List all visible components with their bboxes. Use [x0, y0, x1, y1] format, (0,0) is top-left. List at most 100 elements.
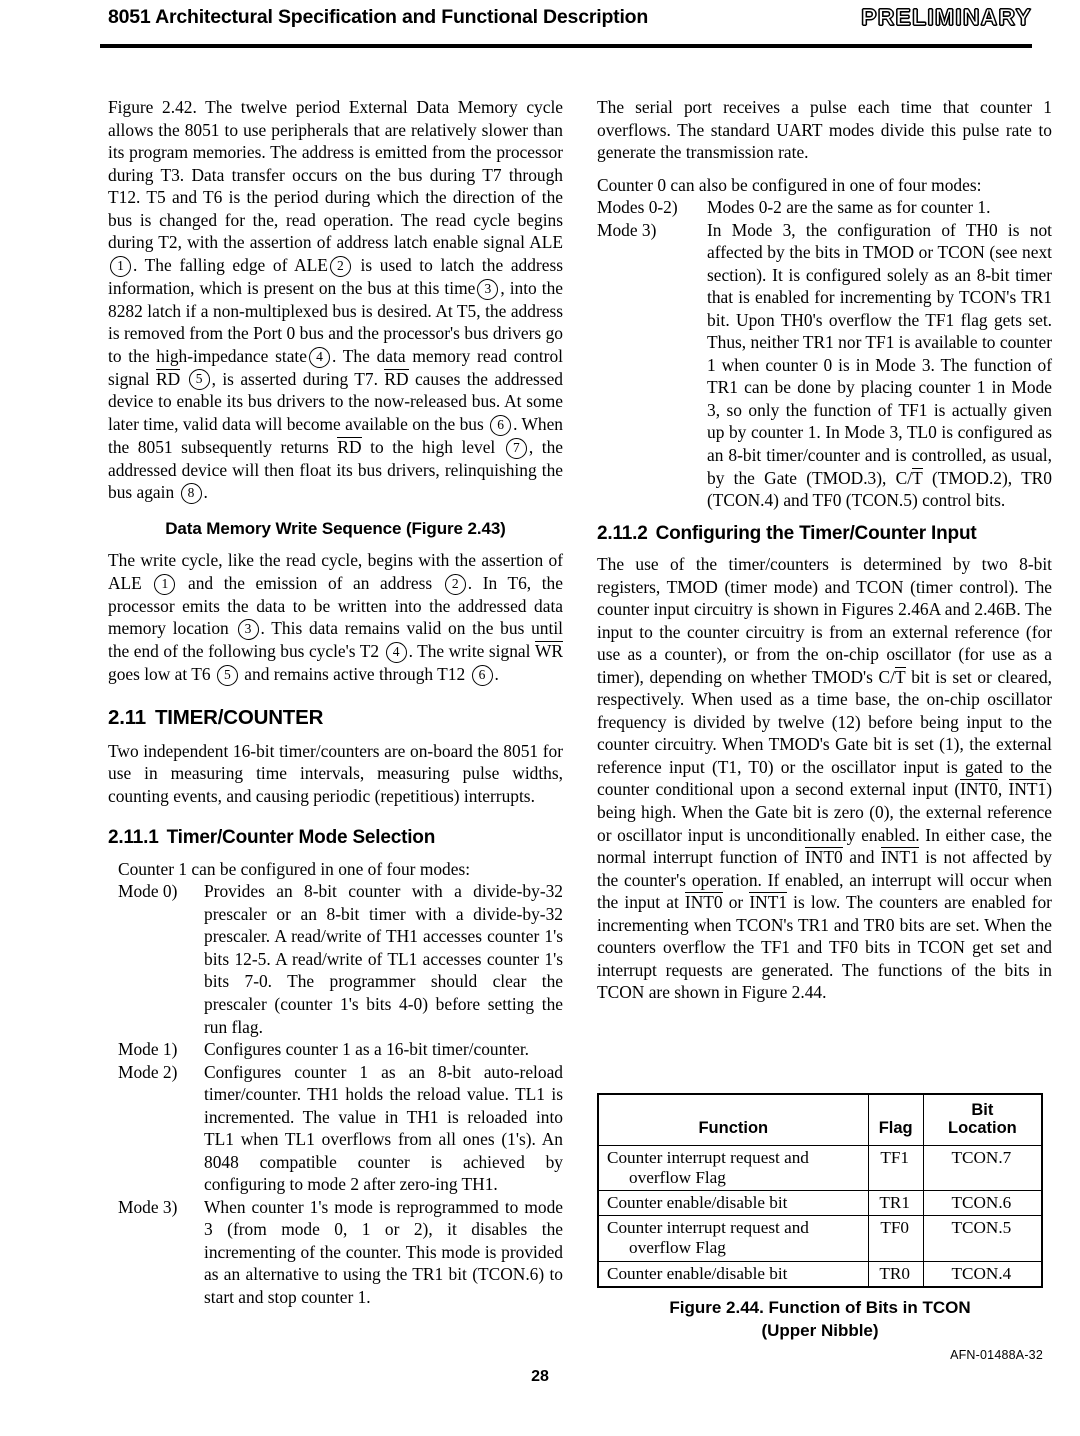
section-title: Timer/Counter Mode Selection: [166, 827, 436, 849]
cell-flag: TF0: [867, 1215, 924, 1262]
table-row: Counter interrupt request and overflow F…: [597, 1144, 1043, 1192]
cell-bit-location: TCON.6: [922, 1190, 1043, 1217]
header-rule: [100, 44, 1032, 48]
callout-5: 5: [216, 665, 238, 687]
rd-signal-overline: RD: [155, 368, 181, 389]
callout-4: 4: [385, 642, 407, 664]
callout-3: 3: [237, 619, 259, 641]
modes-lead-in: Counter 1 can be configured in one of fo…: [118, 858, 471, 879]
section-number: 2.11.2: [597, 522, 648, 544]
cell-bit-location: TCON.4: [922, 1260, 1043, 1288]
header-title: 8051 Architectural Specification and Fun…: [108, 6, 649, 28]
cell-bit-location: TCON.5: [922, 1215, 1043, 1262]
page-number: 28: [531, 1368, 549, 1385]
text-segment: to the high level: [370, 436, 496, 457]
text-segment: and remains active through T12: [244, 664, 466, 685]
paragraph-configuring-input: The use of the timer/counters is determi…: [597, 553, 1052, 1004]
section-number: 2.11: [108, 706, 146, 730]
ct-signal-overline: T: [912, 467, 923, 488]
text-segment: and the emission of an address: [188, 572, 433, 593]
mode-list-counter-1: Mode 0) Provides an 8-bit counter with a…: [108, 880, 563, 1308]
heading-section-2-11-1: 2.11.1 Timer/Counter Mode Selection: [108, 826, 563, 851]
function-line-1: Counter enable/disable bit: [607, 1263, 788, 1283]
figure-caption-line-1: Figure 2.44. Function of Bits in TCON: [669, 1298, 971, 1317]
mode-label: Mode 0): [118, 881, 178, 902]
tcon-bits-table: Function Flag Bit Location Counter inter…: [597, 1093, 1043, 1288]
int0-signal-overline: INT0: [805, 847, 843, 868]
mode-description: Provides an 8-bit counter with a divide-…: [204, 881, 563, 1037]
text-segment: .: [494, 664, 499, 685]
cell-function: Counter enable/disable bit: [597, 1260, 869, 1288]
callout-5: 5: [188, 369, 210, 391]
callout-2: 2: [444, 573, 466, 595]
text-segment: Figure 2.42. The twelve period External …: [108, 97, 563, 253]
ct-signal-overline: T: [894, 666, 906, 687]
callout-1: 1: [110, 255, 131, 277]
function-line-2: overflow Flag: [629, 1238, 726, 1258]
rd-signal-overline: RD: [384, 368, 409, 389]
mode-label: Mode 2): [118, 1061, 178, 1082]
cell-flag: TR0: [867, 1260, 924, 1288]
left-column: Figure 2.42. The twelve period External …: [108, 96, 563, 1308]
callout-7: 7: [505, 437, 527, 459]
function-line-2: overflow Flag: [629, 1168, 726, 1188]
mode-label: Mode 3): [597, 219, 657, 240]
table-row: Counter interrupt request and overflow F…: [597, 1215, 1043, 1262]
paragraph-serial-port: The serial port receives a pulse each ti…: [597, 97, 1052, 163]
bit-location-line-1: Bit: [971, 1101, 994, 1119]
mode-item: Mode 3) In Mode 3, the configuration of …: [597, 219, 1052, 512]
paragraph-write-sequence: The write cycle, like the read cycle, be…: [108, 549, 563, 687]
mode-item: Mode 2) Configures counter 1 as an 8-bit…: [108, 1061, 563, 1196]
mode-label: Mode 3): [118, 1196, 178, 1217]
text-segment: . The write signal: [408, 641, 531, 662]
heading-section-2-11-2: 2.11.2 Configuring the Timer/Counter Inpu…: [597, 522, 1052, 547]
mode-description: When counter 1's mode is reprogrammed to…: [204, 1196, 563, 1307]
section-number: 2.11.1: [108, 827, 159, 849]
text-segment: . The falling edge of ALE: [133, 254, 328, 275]
bit-location-line-2: Location: [948, 1119, 1017, 1138]
preliminary-stamp: PRELIMINARY: [861, 3, 1032, 30]
text-segment: , is asserted during T7.: [211, 368, 378, 389]
cell-function: Counter enable/disable bit: [597, 1190, 869, 1217]
section-title: TIMER/COUNTER: [154, 706, 324, 730]
text-segment: ,: [997, 779, 1003, 800]
mode-item: Mode 3) When counter 1's mode is reprogr…: [108, 1196, 563, 1309]
heading-section-2-11: 2.11 TIMER/COUNTER: [108, 705, 563, 732]
section-title: Configuring the Timer/Counter Input: [655, 522, 977, 544]
callout-8: 8: [180, 483, 202, 505]
cell-flag: TF1: [867, 1144, 924, 1192]
text-segment: and: [849, 847, 875, 868]
mode-description: Configures counter 1 as an 8-bit auto-re…: [204, 1061, 563, 1195]
figure-caption: Figure 2.44. Function of Bits in TCON (U…: [597, 1297, 1043, 1342]
int1-signal-overline: INT1: [1008, 779, 1047, 800]
callout-1: 1: [154, 573, 176, 595]
callout-6: 6: [471, 665, 493, 687]
int1-signal-overline: INT1: [749, 892, 788, 913]
callout-3: 3: [477, 278, 499, 300]
wr-signal-overline: WR: [534, 641, 563, 662]
text-segment: or: [728, 892, 744, 913]
mode-list-counter-0: Modes 0-2) Modes 0-2 are the same as for…: [597, 196, 1052, 511]
column-header-bit-location: Bit Location: [922, 1093, 1043, 1146]
table-row: Counter enable/disable bit TR1 TCON.6: [597, 1190, 1043, 1217]
document-page: 8051 Architectural Specification and Fun…: [0, 0, 1080, 1436]
callout-4: 4: [308, 346, 330, 368]
column-header-function: Function: [597, 1093, 869, 1146]
table-row: Counter enable/disable bit TR0 TCON.4: [597, 1260, 1043, 1288]
text-segment: In Mode 3, the configuration of TH0 is n…: [707, 219, 1052, 488]
mode-label: Mode 1): [118, 1039, 178, 1060]
table-header-row: Function Flag Bit Location: [597, 1093, 1043, 1146]
right-column: The serial port receives a pulse each ti…: [597, 96, 1052, 1004]
text-segment: goes low at T6: [108, 664, 211, 685]
mode-item: Mode 1) Configures counter 1 as a 16-bit…: [108, 1038, 563, 1061]
heading-data-memory-write-sequence: Data Memory Write Sequence (Figure 2.43): [165, 519, 506, 539]
paragraph-timer-counter-intro: Two independent 16-bit timer/counters ar…: [108, 740, 563, 806]
mode-description: Modes 0-2 are the same as for counter 1.: [707, 197, 991, 218]
cell-function: Counter interrupt request and overflow F…: [597, 1144, 869, 1192]
callout-2: 2: [329, 255, 351, 277]
int0-signal-overline: INT0: [960, 779, 998, 800]
mode-label: Modes 0-2): [597, 197, 678, 218]
column-header-flag: Flag: [867, 1093, 924, 1146]
mode-item: Mode 0) Provides an 8-bit counter with a…: [108, 880, 563, 1038]
counter0-lead-in: Counter 0 can also be configured in one …: [597, 174, 982, 195]
